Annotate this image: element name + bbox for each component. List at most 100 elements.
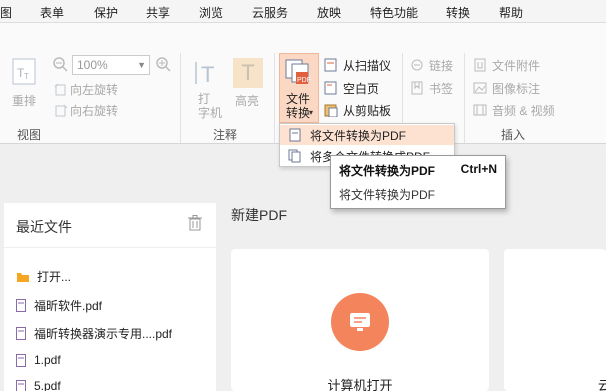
from-scanner-label: 从扫描仪 (343, 59, 392, 73)
convert-file-to-pdf-item[interactable]: 将文件转换为PDF (280, 125, 454, 145)
image-annotation-label: 图像标注 (492, 82, 541, 96)
menu-features[interactable]: 特色功能 (370, 4, 418, 21)
highlight-icon: T (233, 58, 263, 88)
image-annotation-button[interactable]: 图像标注 (473, 79, 563, 97)
recent-file-name: 1.pdf (34, 353, 61, 367)
chevron-down-icon: ▼ (137, 60, 146, 70)
blank-page-label: 空白页 (343, 82, 380, 96)
audio-video-label: 音频 & 视频 (492, 104, 555, 118)
image-icon (473, 82, 487, 94)
rotate-left-button[interactable]: 向左旋转 (52, 80, 152, 98)
film-icon (473, 104, 487, 116)
separator (274, 53, 275, 143)
recent-file-name: 5.pdf (34, 379, 61, 391)
cloud-card[interactable]: 云 (504, 249, 606, 391)
file-convert-icon: PDF (285, 59, 311, 84)
divider (4, 247, 216, 248)
open-file-label: 打开... (37, 270, 72, 284)
tooltip-shortcut: Ctrl+N (460, 162, 497, 176)
menu-cloud[interactable]: 云服务 (252, 4, 288, 21)
recent-files-title: 最近文件 (16, 219, 72, 235)
from-scanner-button[interactable]: 从扫描仪 (324, 56, 404, 74)
rotate-right-label: 向右旋转 (70, 104, 119, 118)
audio-video-button[interactable]: 音频 & 视频 (473, 101, 573, 119)
file-convert-button[interactable]: PDF 文件 转换 ▾ (279, 53, 319, 123)
menu-help[interactable]: 帮助 (499, 4, 523, 21)
reflow-icon: T T (12, 58, 36, 85)
blank-page-icon (324, 81, 337, 95)
from-clipboard-label: 从剪贴板 (343, 104, 392, 118)
tooltip-title: 将文件转换为PDF (339, 164, 436, 178)
clipboard-icon (324, 104, 338, 117)
svg-text:PDF: PDF (297, 77, 311, 84)
annotate-group-label: 注释 (213, 128, 238, 142)
home-content: 最近文件 打开... 福昕软件.pdf 福昕转换器演示专用....pdf 1.p… (0, 145, 606, 391)
folder-icon (17, 272, 29, 282)
separator (180, 53, 181, 143)
tooltip-description: 将文件转换为PDF (339, 188, 436, 202)
open-from-computer-card[interactable]: 计算机打开 (231, 249, 489, 391)
zoom-select[interactable]: 100% ▼ (72, 55, 150, 75)
separator (464, 53, 465, 143)
typewriter-button[interactable]: T 打 字机 (190, 56, 224, 126)
rotate-right-button[interactable]: 向右旋转 (52, 101, 152, 119)
recent-file-item[interactable]: 1.pdf (16, 353, 61, 367)
recent-file-item[interactable]: 5.pdf (16, 379, 61, 391)
bookmark-button[interactable]: 书签 (410, 79, 460, 97)
menu-share[interactable]: 共享 (146, 4, 170, 21)
svg-text:T: T (201, 62, 214, 87)
trash-icon[interactable] (188, 215, 202, 231)
pdf-file-icon (16, 379, 26, 391)
recent-file-name: 福昕转换器演示专用....pdf (34, 327, 173, 341)
reflow-button[interactable]: T T 重排 (8, 56, 42, 112)
zoom-out-icon[interactable] (52, 56, 68, 72)
documents-icon (288, 149, 301, 163)
file-attachment-button[interactable]: 文件附件 (473, 56, 563, 74)
zoom-in-icon[interactable] (155, 56, 171, 72)
menu-convert[interactable]: 转换 (446, 4, 470, 21)
typewriter-icon: T (195, 62, 214, 87)
view-group-label: 视图 (17, 128, 42, 142)
open-file-item[interactable]: 打开... (16, 268, 71, 285)
zoom-value: 100% (77, 58, 108, 72)
rotate-left-icon (54, 83, 66, 96)
menu-view[interactable]: 图 (0, 4, 12, 21)
recent-file-name: 福昕软件.pdf (34, 299, 103, 313)
link-icon (411, 59, 423, 71)
chevron-down-icon: ▾ (309, 108, 314, 117)
link-label: 链接 (429, 59, 454, 73)
monitor-icon (350, 313, 370, 331)
rotate-right-icon (55, 104, 68, 117)
open-from-computer-label: 计算机打开 (327, 378, 393, 391)
attachment-icon (474, 58, 486, 72)
menu-slideshow[interactable]: 放映 (317, 4, 341, 21)
pdf-file-icon (16, 299, 26, 312)
bookmark-label: 书签 (429, 82, 454, 96)
recent-file-item[interactable]: 福昕转换器演示专用....pdf (16, 325, 172, 342)
menu-browse[interactable]: 浏览 (199, 4, 223, 21)
insert-group-label: 插入 (501, 128, 526, 142)
recent-files-panel: 最近文件 打开... 福昕软件.pdf 福昕转换器演示专用....pdf 1.p… (4, 203, 216, 391)
pdf-file-icon (16, 353, 26, 367)
new-pdf-title: 新建PDF (231, 207, 287, 223)
convert-tooltip: 将文件转换为PDF Ctrl+N 将文件转换为PDF (330, 155, 506, 209)
typewriter-label: 打 字机 (198, 92, 223, 120)
highlight-button[interactable]: T 高亮 (231, 56, 265, 112)
scanner-icon (324, 58, 337, 72)
file-convert-label: 文件 转换 (286, 92, 311, 120)
convert-file-to-pdf-label: 将文件转换为PDF (310, 128, 407, 143)
menu-protect[interactable]: 保护 (94, 4, 118, 21)
cloud-card-label: 云 (598, 378, 606, 391)
highlight-label: 高亮 (235, 94, 260, 108)
menu-form[interactable]: 表单 (40, 4, 64, 21)
rotate-left-label: 向左旋转 (70, 83, 119, 97)
file-attachment-label: 文件附件 (492, 59, 541, 73)
svg-text:T: T (24, 72, 29, 81)
link-button[interactable]: 链接 (410, 56, 460, 74)
computer-circle (331, 293, 389, 351)
from-clipboard-button[interactable]: 从剪贴板 (324, 101, 404, 119)
blank-page-button[interactable]: 空白页 (324, 79, 404, 97)
pdf-file-icon (16, 327, 26, 340)
recent-file-item[interactable]: 福昕软件.pdf (16, 297, 102, 314)
reflow-label: 重排 (12, 94, 37, 108)
